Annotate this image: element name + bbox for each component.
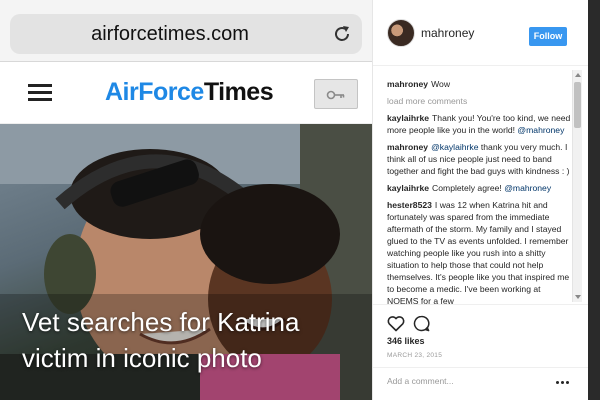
article-screenshot: airforcetimes.com AirForceTimes Vet sear… bbox=[0, 0, 372, 400]
scroll-down-arrow-icon[interactable] bbox=[575, 295, 581, 299]
comment-text: Completely agree! bbox=[432, 183, 502, 193]
scroll-thumb[interactable] bbox=[574, 82, 581, 128]
comments-scrollbar[interactable] bbox=[572, 70, 582, 302]
login-button[interactable] bbox=[314, 79, 358, 109]
logo-part-2: Times bbox=[203, 78, 274, 106]
comment-mention[interactable]: @mahroney bbox=[517, 125, 564, 135]
instagram-panel: mahroney Follow mahroney Wow load more co… bbox=[372, 0, 589, 400]
comment-item: mahroney Wow bbox=[387, 78, 571, 90]
comment-icon[interactable] bbox=[413, 315, 430, 332]
article-headline[interactable]: Vet searches for Katrina victim in iconi… bbox=[22, 304, 362, 376]
comment-item: kaylaihrke Thank you! You're too kind, we… bbox=[387, 112, 571, 136]
address-bar[interactable]: airforcetimes.com bbox=[10, 14, 362, 54]
comment-item: mahroney @kaylaihrke thank you very much.… bbox=[387, 141, 571, 177]
avatar[interactable] bbox=[387, 19, 415, 47]
comment-mention[interactable]: @mahroney bbox=[504, 183, 551, 193]
comment-username[interactable]: kaylaihrke bbox=[387, 113, 429, 123]
comment-mention[interactable]: @kaylaihrke bbox=[431, 142, 478, 152]
headline-line-2: victim in iconic photo bbox=[22, 343, 262, 373]
heart-icon[interactable] bbox=[387, 315, 405, 332]
site-header: AirForceTimes bbox=[0, 62, 372, 124]
post-date: MARCH 23, 2015 bbox=[387, 352, 443, 359]
browser-bar: airforcetimes.com bbox=[0, 0, 372, 62]
comment-text: Wow bbox=[431, 79, 451, 89]
load-more-comments-link[interactable]: load more comments bbox=[387, 95, 571, 107]
likes-count[interactable]: 346 likes bbox=[387, 336, 425, 346]
article-photo[interactable]: Vet searches for Katrina victim in iconi… bbox=[0, 124, 372, 400]
page-edge bbox=[588, 0, 600, 400]
follow-button[interactable]: Follow bbox=[529, 27, 567, 46]
comment-item: kaylaihrke Completely agree! @mahroney bbox=[387, 182, 571, 194]
post-actions: 346 likes MARCH 23, 2015 Add a comment..… bbox=[373, 304, 589, 400]
more-options-icon[interactable] bbox=[556, 381, 570, 385]
url-text: airforcetimes.com bbox=[91, 23, 249, 45]
post-username[interactable]: mahroney bbox=[421, 26, 474, 40]
reload-icon[interactable] bbox=[332, 24, 352, 44]
hamburger-icon[interactable] bbox=[28, 84, 52, 102]
comment-text: I was 12 when Katrina hit and fortunatel… bbox=[387, 200, 570, 304]
comment-username[interactable]: mahroney bbox=[387, 79, 428, 89]
comment-username[interactable]: mahroney bbox=[387, 142, 428, 152]
comment-item: hester8523 I was 12 when Katrina hit and … bbox=[387, 199, 571, 304]
key-icon bbox=[326, 90, 345, 100]
site-logo[interactable]: AirForceTimes bbox=[105, 78, 274, 107]
scroll-up-arrow-icon[interactable] bbox=[575, 73, 581, 77]
headline-line-1: Vet searches for Katrina bbox=[22, 307, 300, 337]
comment-username[interactable]: hester8523 bbox=[387, 200, 432, 210]
comment-list: mahroney Wow load more comments kaylaihrk… bbox=[387, 78, 571, 304]
logo-part-1: AirForce bbox=[105, 78, 204, 106]
add-comment-input[interactable]: Add a comment... bbox=[387, 376, 547, 390]
comment-username[interactable]: kaylaihrke bbox=[387, 183, 429, 193]
post-header: mahroney Follow bbox=[373, 0, 589, 66]
add-comment-bar: Add a comment... bbox=[373, 367, 589, 397]
